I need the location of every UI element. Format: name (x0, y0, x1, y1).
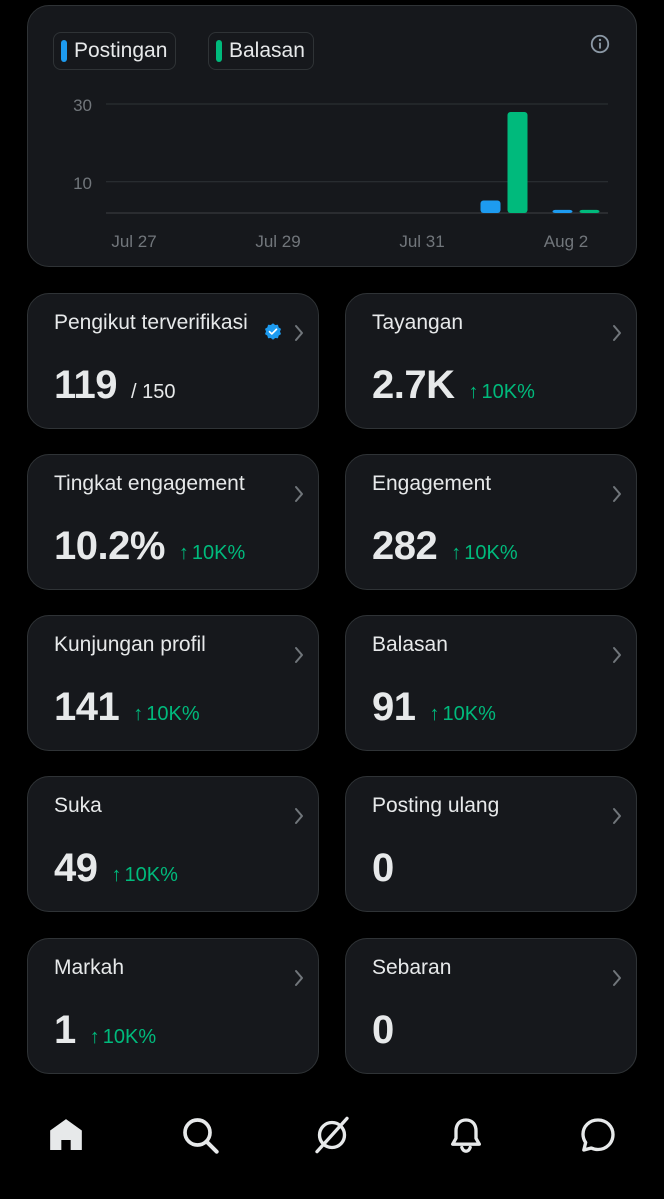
stat-change-value: 10K% (102, 1026, 157, 1048)
stat-value-row: 141 ↑ 10K% (54, 685, 200, 730)
arrow-up-icon: ↑ (468, 381, 479, 403)
stat-value: 1 (54, 1008, 76, 1052)
stat-label: Engagement (372, 472, 492, 495)
chevron-right-icon (613, 325, 621, 341)
stat-label: Suka (54, 794, 102, 817)
stat-change-value: 10K% (464, 542, 518, 564)
stat-label: Balasan (372, 633, 448, 656)
grok-icon[interactable] (312, 1115, 352, 1155)
stat-label: Pengikut terverifikasi (54, 311, 248, 334)
x-tick-label: Jul 31 (399, 232, 444, 251)
chevron-right-icon (613, 808, 621, 824)
stat-change: ↑ 10K% (430, 703, 496, 726)
bar-balasan-aug-1[interactable] (507, 112, 528, 213)
stat-label: Kunjungan profil (54, 633, 206, 656)
bottom-nav (0, 1095, 664, 1185)
stat-change-value: 10K% (442, 703, 496, 725)
stat-change: ↑ 10K% (133, 703, 199, 726)
stat-card[interactable]: Balasan 91 ↑ 10K% (345, 615, 637, 751)
stat-change: ↑ 10K% (179, 542, 245, 565)
stat-change-value: 10K% (146, 703, 200, 725)
stat-value: 10.2% (54, 524, 165, 568)
chevron-right-icon (295, 647, 303, 663)
chevron-right-icon (613, 970, 621, 986)
stat-value-row: 282 ↑ 10K% (372, 524, 518, 569)
arrow-up-icon: ↑ (133, 703, 144, 725)
arrow-up-icon: ↑ (429, 703, 440, 725)
stat-change: ↑ 10K% (112, 864, 178, 887)
messages-icon[interactable] (578, 1115, 618, 1155)
stat-value-row: 1 ↑ 10K% (54, 1008, 156, 1053)
stat-value-row: 49 ↑ 10K% (54, 846, 178, 891)
x-tick-label: Aug 2 (544, 232, 588, 251)
stat-card[interactable]: Tayangan 2.7K ↑ 10K% (345, 293, 637, 429)
bar-postingan-aug-2[interactable] (552, 209, 573, 213)
arrow-up-icon: ↑ (111, 864, 122, 886)
stat-change: ↑ 10K% (451, 542, 517, 565)
stat-value: 119 (54, 363, 118, 407)
stat-card[interactable]: Markah 1 ↑ 10K% (27, 938, 319, 1074)
stat-value-row: 119 / 150 (54, 363, 176, 408)
stat-value: 49 (54, 846, 98, 890)
stat-card[interactable]: Kunjungan profil 141 ↑ 10K% (27, 615, 319, 751)
y-tick-label: 10 (73, 174, 92, 193)
stat-value-row: 2.7K ↑ 10K% (372, 363, 535, 408)
chart-card: Postingan Balasan 10 30 Jul 27 Jul 29 Jul 31… (27, 5, 637, 267)
stat-card[interactable]: Sebaran 0 (345, 938, 637, 1074)
stat-label: Sebaran (372, 956, 452, 979)
x-tick-label: Jul 29 (255, 232, 300, 251)
stat-value: 2.7K (372, 363, 455, 407)
stat-value: 91 (372, 685, 416, 729)
stat-change-value: 10K% (124, 864, 178, 886)
stat-limit: / 150 (131, 381, 176, 403)
chevron-right-icon (295, 970, 303, 986)
stat-value-row: 10.2% ↑ 10K% (54, 524, 245, 569)
stat-card[interactable]: Suka 49 ↑ 10K% (27, 776, 319, 912)
arrow-up-icon: ↑ (451, 542, 462, 564)
stat-card[interactable]: Engagement 282 ↑ 10K% (345, 454, 637, 590)
stat-label: Tayangan (372, 311, 464, 334)
verified-badge-icon (265, 323, 281, 340)
stat-label: Tingkat engagement (54, 472, 245, 495)
chevron-right-icon (613, 647, 621, 663)
search-icon[interactable] (180, 1115, 220, 1155)
home-icon[interactable] (46, 1115, 86, 1155)
y-tick-label: 30 (73, 96, 92, 115)
arrow-up-icon: ↑ (178, 542, 189, 564)
bar-chart: 10 30 Jul 27 Jul 29 Jul 31 Aug 2 (73, 96, 608, 251)
stat-change-value: 10K% (481, 381, 535, 403)
stat-value: 0 (372, 846, 394, 890)
chevron-right-icon (613, 486, 621, 502)
stat-value-row: 91 ↑ 10K% (372, 685, 496, 730)
chevron-right-icon (295, 486, 303, 502)
bar-postingan-aug-1[interactable] (480, 200, 501, 213)
arrow-up-icon: ↑ (89, 1026, 100, 1048)
stat-change: ↑ 10K% (469, 381, 535, 404)
stat-change: ↑ 10K% (90, 1026, 156, 1049)
stat-label: Markah (54, 956, 125, 979)
chevron-right-icon (295, 808, 303, 824)
stat-card[interactable]: Pengikut terverifikasi 119 / 150 (27, 293, 319, 429)
stat-value: 141 (54, 685, 120, 729)
stat-card[interactable]: Tingkat engagement 10.2% ↑ 10K% (27, 454, 319, 590)
stat-change-value: 10K% (191, 542, 246, 564)
stat-value: 0 (372, 1008, 394, 1052)
stat-label: Posting ulang (372, 794, 500, 817)
stat-card[interactable]: Posting ulang 0 (345, 776, 637, 912)
chevron-right-icon (295, 325, 303, 341)
stat-value-row: 0 (372, 1008, 394, 1053)
bell-icon[interactable] (446, 1115, 486, 1155)
stat-value: 282 (372, 524, 438, 568)
stat-value-row: 0 (372, 846, 394, 891)
bar-balasan-aug-2[interactable] (579, 209, 600, 213)
x-tick-label: Jul 27 (111, 232, 156, 251)
